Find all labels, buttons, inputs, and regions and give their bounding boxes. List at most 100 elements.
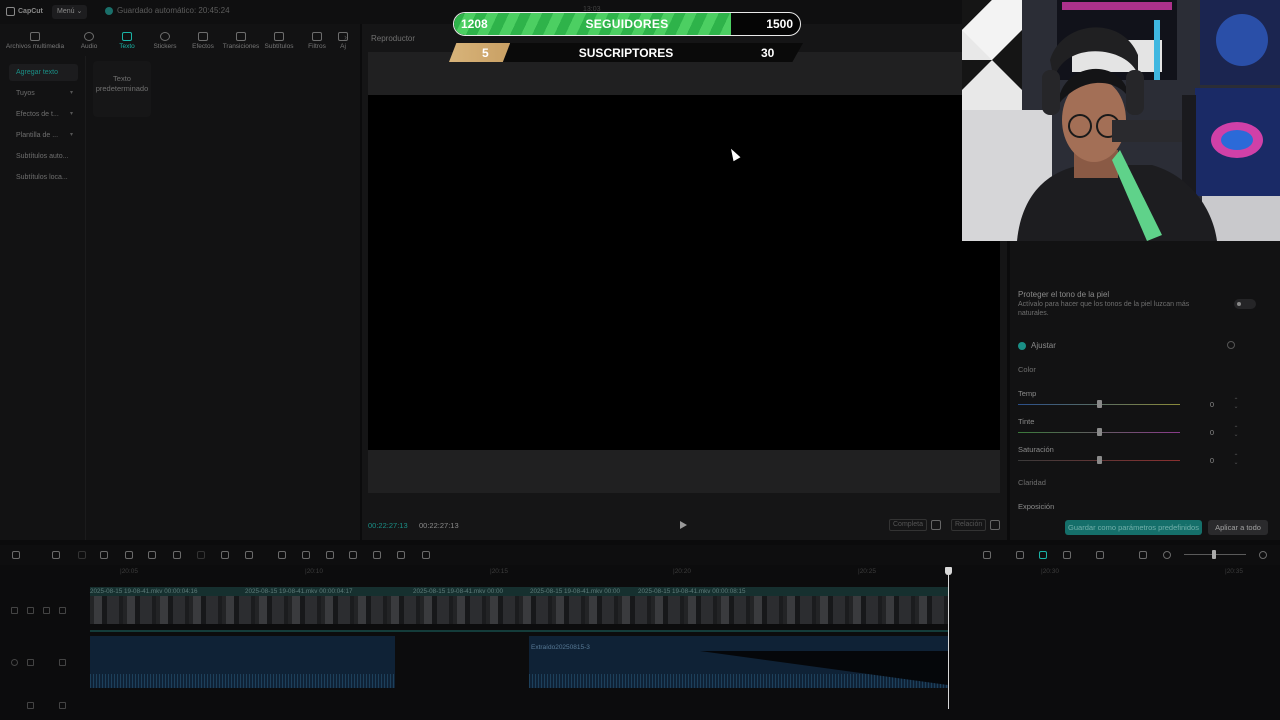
tab-effects[interactable]: Efectos xyxy=(184,24,222,50)
subtitle-track-icon[interactable] xyxy=(1139,551,1147,559)
stepper-icon[interactable]: ⌃ ⌄ xyxy=(1232,454,1240,466)
split-right-icon[interactable] xyxy=(148,551,156,559)
ai-tool-icon[interactable] xyxy=(422,551,430,559)
subnav-item[interactable]: Subtítulos loca... xyxy=(9,169,78,186)
time-ruler[interactable]: |20:05 |20:10 |20:15 |20:20 |20:25 |20:30 |20:… xyxy=(0,565,1280,579)
menu-button[interactable]: Menú ⌄ xyxy=(52,5,88,19)
apply-all-button[interactable]: Aplicar a todo xyxy=(1208,520,1268,535)
link-icon[interactable] xyxy=(1016,551,1024,559)
tab-subtitles[interactable]: Subtítulos xyxy=(260,24,298,50)
redo-icon[interactable] xyxy=(78,551,86,559)
split-icon[interactable] xyxy=(100,551,108,559)
tab-sticker[interactable]: Stickers xyxy=(146,24,184,50)
subnav-item-label: Agregar texto xyxy=(16,69,59,76)
followers-goal: 1500 xyxy=(766,17,793,31)
chevron-down-icon: ▾ xyxy=(69,132,73,138)
snapshot-icon[interactable] xyxy=(931,520,941,530)
media-insert-icon[interactable] xyxy=(278,551,286,559)
magic-icon[interactable] xyxy=(349,551,357,559)
play-icon[interactable] xyxy=(680,521,687,529)
playhead[interactable] xyxy=(945,567,952,709)
mark-icon[interactable] xyxy=(197,551,205,559)
draw-icon[interactable] xyxy=(245,551,253,559)
select-tool-icon[interactable] xyxy=(12,551,20,559)
aspect-ratio-button[interactable]: Relación xyxy=(951,519,987,531)
sticker-icon xyxy=(160,32,170,41)
split-left-icon[interactable] xyxy=(125,551,133,559)
extra-track-mute-icon[interactable] xyxy=(59,702,66,709)
tabs-scroll-right-icon[interactable]: › xyxy=(344,32,354,44)
zoom-slider-handle[interactable] xyxy=(1212,550,1216,559)
tab-transitions[interactable]: Transiciones xyxy=(222,24,260,50)
player-panel: Reproductor 00:22:27:13 00:22:27:13 Comp… xyxy=(362,24,1007,540)
tab-media[interactable]: Archivos multimedia xyxy=(0,24,70,50)
zoom-in-icon[interactable] xyxy=(1259,551,1267,559)
subnav-item[interactable]: Agregar texto xyxy=(9,64,78,81)
save-preset-button[interactable]: Guardar como parámetros predefinidos xyxy=(1065,520,1202,535)
slider-value[interactable]: 0 xyxy=(1186,454,1216,467)
tab-audio[interactable]: Audio xyxy=(70,24,108,50)
undo-icon[interactable] xyxy=(52,551,60,559)
track-lock-icon[interactable] xyxy=(27,607,34,614)
adjust-enabled-checkbox[interactable] xyxy=(1018,342,1026,350)
autosave-icon xyxy=(105,6,113,15)
delete-icon[interactable] xyxy=(173,551,181,559)
slider-handle[interactable] xyxy=(1097,428,1102,436)
tab-text[interactable]: Texto xyxy=(108,24,146,50)
export-frame-icon[interactable] xyxy=(397,551,405,559)
audio-track-mute-icon[interactable] xyxy=(59,659,66,666)
adjust-panel: Proteger el tono de la piel Actívalo par… xyxy=(1010,241,1280,540)
track-visibility-icon[interactable] xyxy=(43,607,50,614)
followers-label: SEGUIDORES xyxy=(585,17,669,31)
resize-icon[interactable] xyxy=(373,551,381,559)
audio-track-lock-icon[interactable] xyxy=(27,659,34,666)
microphone-icon[interactable] xyxy=(983,551,991,559)
reset-icon[interactable] xyxy=(1227,341,1235,349)
slider-handle[interactable] xyxy=(1097,400,1102,408)
subnav-item[interactable]: Efectos de t... ▾ xyxy=(9,106,78,123)
magnet-icon[interactable] xyxy=(1039,551,1047,559)
audio-clip[interactable] xyxy=(90,636,395,688)
total-time: 00:22:27:13 xyxy=(419,521,459,530)
subnav-item[interactable]: Subtítulos auto... xyxy=(9,148,78,165)
audio-clip-name: Extraído20250815-3 xyxy=(531,644,590,651)
track-audio-icon[interactable] xyxy=(59,607,66,614)
timeline[interactable]: |20:05 |20:10 |20:15 |20:20 |20:25 |20:30 |20:… xyxy=(0,565,1280,720)
fullscreen-icon[interactable] xyxy=(990,520,1000,530)
tab-filters[interactable]: Filtros xyxy=(298,24,336,50)
slider-handle[interactable] xyxy=(1097,456,1102,464)
timeline-toolbar xyxy=(0,545,1280,565)
mirror-icon[interactable] xyxy=(302,551,310,559)
freeze-icon[interactable] xyxy=(326,551,334,559)
preview-canvas[interactable] xyxy=(368,52,1000,493)
clarity-section-label: Claridad xyxy=(1018,478,1046,487)
stepper-icon[interactable]: ⌃ ⌄ xyxy=(1232,426,1240,438)
subnav-item[interactable]: Tuyos ▾ xyxy=(9,85,78,102)
tab-label: Stickers xyxy=(153,43,177,50)
subnav-item[interactable]: Plantilla de ... ▾ xyxy=(9,127,78,144)
track-cover-icon[interactable] xyxy=(11,607,18,614)
tab-label: Archivos multimedia xyxy=(5,43,65,50)
slider-label: Temp xyxy=(1018,389,1037,398)
slider-label: Tinte xyxy=(1018,417,1035,426)
default-text-card[interactable]: Texto predeterminado xyxy=(93,61,151,117)
slider-value[interactable]: 0 xyxy=(1186,426,1216,439)
zoom-out-icon[interactable] xyxy=(1163,551,1171,559)
extra-track-lock-icon[interactable] xyxy=(27,702,34,709)
color-section-label: Color xyxy=(1018,365,1036,374)
view-mode-button[interactable]: Completa xyxy=(889,519,927,531)
preview-axis-icon[interactable] xyxy=(1063,551,1071,559)
snap-icon[interactable] xyxy=(1096,551,1104,559)
chevron-down-icon: ▾ xyxy=(69,90,73,96)
audio-track-controls xyxy=(8,659,88,669)
skin-tone-toggle[interactable] xyxy=(1234,299,1256,309)
slider-value[interactable]: 0 xyxy=(1186,398,1216,411)
video-clip-label: 2025-08-15 19-08-41.mkv 00:00 xyxy=(530,588,620,595)
track-more-icon[interactable] xyxy=(75,607,82,614)
video-clip-thumbnails[interactable] xyxy=(90,596,948,624)
stepper-icon[interactable]: ⌃ ⌄ xyxy=(1232,398,1240,410)
subnav-item-label: Efectos de t... xyxy=(16,111,59,118)
video-clip-label: 2025-08-15 19-08-41.mkv 00:00:04:17 xyxy=(245,588,353,595)
media-tabs: Archivos multimedia Audio Texto Stickers Efe… xyxy=(0,24,360,54)
crop-icon[interactable] xyxy=(221,551,229,559)
